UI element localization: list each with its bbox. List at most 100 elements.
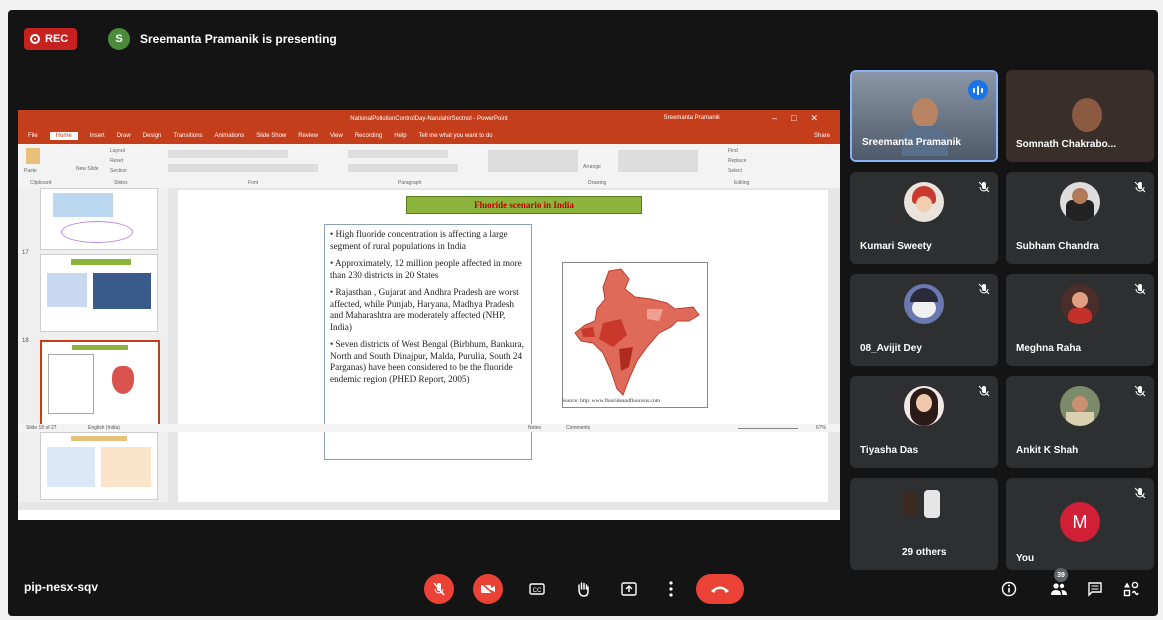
camera-off-icon: [480, 582, 496, 596]
comments-button[interactable]: Comments: [566, 425, 590, 431]
slide-thumbnail[interactable]: [40, 432, 158, 500]
participant-tile-self[interactable]: M You: [1006, 478, 1154, 570]
ppt-tab[interactable]: Draw: [117, 133, 131, 139]
participant-tile[interactable]: Meghna Raha: [1006, 274, 1154, 366]
mic-off-icon: [1134, 180, 1146, 193]
participant-name: Meghna Raha: [1016, 343, 1082, 354]
ppt-body: 17 18 19: [18, 188, 840, 510]
participant-tile[interactable]: Subham Chandra: [1006, 172, 1154, 264]
slide-thumbnail-selected[interactable]: [40, 340, 160, 426]
thumb-title: [71, 259, 131, 265]
people-icon: [1051, 583, 1067, 595]
participant-tile[interactable]: Somnath Chakrabo...: [1006, 70, 1154, 162]
zoom-slider[interactable]: [738, 428, 798, 429]
captions-button[interactable]: CC: [522, 574, 552, 604]
leave-call-button[interactable]: [696, 574, 744, 604]
shapes-gallery[interactable]: [488, 150, 578, 172]
mic-off-icon: [978, 384, 990, 397]
ribbon-group-label: Font: [248, 180, 259, 186]
ppt-tab[interactable]: Transitions: [173, 133, 202, 139]
ppt-tab[interactable]: Review: [298, 133, 318, 139]
find-label[interactable]: Find: [728, 148, 738, 154]
ribbon-group-label: Clipboard: [30, 180, 52, 186]
people-button[interactable]: [1048, 578, 1070, 600]
participant-tile[interactable]: Ankit K Shah: [1006, 376, 1154, 468]
thumb-graphic: [53, 193, 113, 217]
ppt-tab[interactable]: Slide Show: [256, 133, 286, 139]
participant-name: 29 others: [902, 547, 947, 558]
select-label[interactable]: Select: [728, 168, 742, 174]
thumb-title: [71, 436, 127, 441]
ppt-tab[interactable]: Animations: [215, 133, 245, 139]
raise-hand-icon: [578, 582, 589, 597]
thumb-title: [72, 345, 128, 350]
video-person: [912, 98, 938, 128]
ppt-tab-home[interactable]: Home: [49, 132, 78, 140]
ribbon-group-label: Paragraph: [398, 180, 422, 186]
meet-window: REC S Sreemanta Pramanik is presenting N…: [8, 10, 1158, 616]
ppt-window-title: NationalPollutionControlDay-NarulahirSec…: [350, 116, 508, 122]
participant-name: Somnath Chakrabo...: [1016, 139, 1117, 150]
participant-avatar: [904, 386, 944, 426]
chat-button[interactable]: [1084, 578, 1106, 600]
paste-label: Paste: [24, 168, 37, 174]
participant-tile[interactable]: Kumari Sweety: [850, 172, 998, 264]
more-options-button[interactable]: [656, 574, 686, 604]
new-slide-label: New Slide: [76, 166, 99, 172]
ppt-tab[interactable]: Insert: [90, 133, 105, 139]
top-bar: REC S Sreemanta Pramanik is presenting: [8, 10, 1158, 50]
current-slide[interactable]: Fluoride scenario in India • High fluori…: [178, 190, 828, 502]
info-icon: [1001, 581, 1017, 597]
participant-name: Ankit K Shah: [1016, 445, 1079, 456]
mic-off-icon: [1134, 384, 1146, 397]
present-button[interactable]: [614, 574, 644, 604]
presenter-banner: S Sreemanta Pramanik is presenting: [108, 28, 337, 50]
recording-badge: REC: [24, 28, 78, 50]
thumb-graphic: [101, 447, 151, 487]
replace-label[interactable]: Replace: [728, 158, 746, 164]
ppt-tab[interactable]: Recording: [355, 133, 382, 139]
notes-button[interactable]: Notes: [528, 425, 541, 431]
activities-button[interactable]: [1120, 578, 1142, 600]
ppt-tab[interactable]: File: [28, 133, 38, 139]
section-label[interactable]: Section: [110, 168, 127, 174]
paragraph-box-2[interactable]: [348, 164, 458, 172]
reset-label[interactable]: Reset: [110, 158, 123, 164]
ppt-tab[interactable]: View: [330, 133, 343, 139]
camera-toggle-button[interactable]: [473, 574, 503, 604]
slide-bullet: • Seven districts of West Bengal (Birbhu…: [330, 339, 524, 384]
arrange-label[interactable]: Arrange: [583, 164, 601, 170]
ppt-tab[interactable]: Help: [394, 133, 406, 139]
recording-label: REC: [45, 33, 69, 45]
slide-thumbnail-pane: 17 18 19: [18, 188, 168, 502]
video-person: [1072, 98, 1102, 132]
activities-icon: [1123, 581, 1139, 597]
language: English (India): [88, 425, 120, 431]
slide-thumbnail[interactable]: [40, 188, 158, 250]
participant-name: Kumari Sweety: [860, 241, 932, 252]
participant-tile[interactable]: 08_Avijit Dey: [850, 274, 998, 366]
svg-text:CC: CC: [533, 588, 542, 594]
font-style-box[interactable]: [168, 164, 318, 172]
participant-tile-speaking[interactable]: Sreemanta Pramanik: [850, 70, 998, 162]
slide-count: Slide 18 of 27: [26, 425, 57, 431]
captions-icon: CC: [529, 583, 545, 595]
ribbon-group-label: Slides: [114, 180, 128, 186]
speaking-indicator-icon: [968, 80, 988, 100]
layout-label[interactable]: Layout: [110, 148, 125, 154]
shared-screen: NationalPollutionControlDay-NarulahirSec…: [18, 110, 840, 520]
meeting-info-button[interactable]: [998, 578, 1020, 600]
ppt-tab[interactable]: Design: [143, 133, 162, 139]
participant-tile[interactable]: Tiyasha Das: [850, 376, 998, 468]
raise-hand-button[interactable]: [568, 574, 598, 604]
participant-tile-others[interactable]: 29 others: [850, 478, 998, 570]
slide-thumbnail[interactable]: [40, 254, 158, 332]
paste-icon[interactable]: [26, 148, 40, 164]
paragraph-box[interactable]: [348, 150, 448, 158]
ppt-tell-me[interactable]: Tell me what you want to do: [419, 133, 493, 139]
quick-styles[interactable]: [618, 150, 698, 172]
font-box[interactable]: [168, 150, 288, 158]
ppt-share[interactable]: Share: [814, 133, 830, 139]
thumb-graphic: [47, 273, 87, 307]
mic-toggle-button[interactable]: [424, 574, 454, 604]
